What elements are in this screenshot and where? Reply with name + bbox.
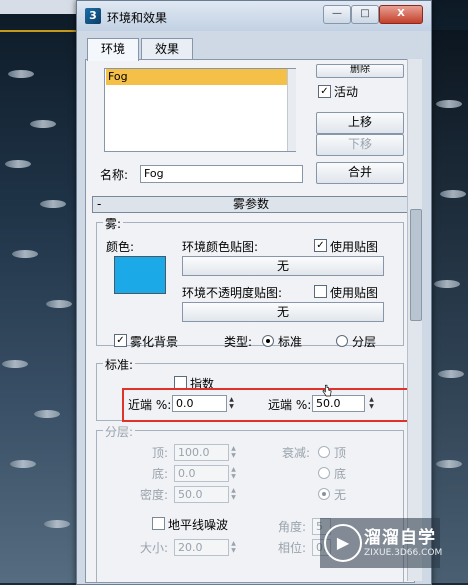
opacity-use-map-label: 使用贴图 bbox=[330, 286, 379, 300]
fish-model bbox=[46, 300, 72, 308]
standard-group-label: 标准: bbox=[103, 356, 136, 373]
opacity-use-map-checkbox[interactable] bbox=[314, 285, 327, 298]
falloff-label: 衰减: bbox=[282, 446, 311, 460]
collapse-icon[interactable]: - bbox=[97, 197, 101, 212]
fish-model bbox=[436, 460, 462, 468]
bottom-spinner[interactable]: 0.0 bbox=[174, 465, 229, 482]
top-label: 顶: bbox=[152, 446, 169, 460]
fish-model bbox=[34, 410, 60, 418]
fish-model bbox=[30, 120, 56, 128]
type-standard-radio[interactable] bbox=[262, 335, 274, 347]
fog-color-swatch[interactable] bbox=[114, 256, 166, 294]
size-label: 大小: bbox=[140, 541, 169, 555]
falloff-top-radio[interactable] bbox=[318, 446, 330, 458]
merge-button[interactable]: 合并 bbox=[316, 162, 404, 184]
active-label: 活动 bbox=[334, 85, 359, 99]
size-spinner-arrows[interactable]: ▲ ▼ bbox=[229, 540, 238, 555]
app-logo-icon: 3 bbox=[85, 8, 101, 24]
move-down-button[interactable]: 下移 bbox=[316, 134, 404, 156]
bottom-spinner-arrows[interactable]: ▲ ▼ bbox=[229, 466, 238, 481]
fog-background-label: 雾化背景 bbox=[130, 335, 179, 349]
phase-label: 相位: bbox=[278, 541, 307, 555]
active-checkbox[interactable]: ✓ bbox=[318, 85, 331, 98]
use-map-checkbox[interactable]: ✓ bbox=[314, 239, 327, 252]
fish-model bbox=[44, 520, 70, 528]
horizon-noise-checkbox[interactable] bbox=[152, 517, 165, 530]
fish-model bbox=[8, 70, 34, 78]
environment-effects-dialog: 3 环境和效果 — □ X 环境 效果 Fog 删除 ✓ 活动 上移 下移 名称… bbox=[76, 0, 432, 585]
bottom-label: 底: bbox=[152, 467, 169, 481]
fish-model bbox=[436, 100, 462, 108]
angle-label: 角度: bbox=[278, 520, 307, 534]
list-scrollbar[interactable] bbox=[287, 69, 296, 151]
fog-group-label: 雾: bbox=[103, 215, 124, 232]
falloff-top-label: 顶 bbox=[334, 446, 347, 460]
watermark-logo-icon: ▶ bbox=[324, 524, 362, 562]
fish-model bbox=[434, 280, 460, 288]
highlight-annotation bbox=[122, 388, 414, 422]
fish-model bbox=[40, 200, 66, 208]
falloff-none-label: 无 bbox=[334, 488, 347, 502]
fish-model bbox=[12, 250, 38, 258]
fog-params-rollout[interactable]: - 雾参数 bbox=[92, 196, 410, 213]
env-color-map-button[interactable]: 无 bbox=[182, 256, 384, 276]
type-standard-label: 标准 bbox=[278, 335, 303, 349]
viewport-right-area bbox=[428, 30, 468, 583]
close-button[interactable]: X bbox=[379, 5, 423, 24]
window-title: 环境和效果 bbox=[107, 11, 168, 25]
move-up-button[interactable]: 上移 bbox=[316, 112, 404, 134]
minimize-button[interactable]: — bbox=[323, 5, 351, 24]
viewport-toolbar bbox=[0, 0, 82, 14]
maximize-button[interactable]: □ bbox=[351, 5, 379, 24]
fog-background-checkbox[interactable]: ✓ bbox=[114, 334, 127, 347]
size-spinner[interactable]: 20.0 bbox=[174, 539, 229, 556]
panel-scrollbar[interactable] bbox=[407, 59, 422, 581]
env-opacity-map-button[interactable]: 无 bbox=[182, 302, 384, 322]
name-label: 名称: bbox=[100, 168, 129, 182]
list-item[interactable]: Fog bbox=[106, 69, 288, 85]
fish-model bbox=[5, 160, 31, 168]
color-label: 颜色: bbox=[106, 240, 135, 254]
density-spinner-arrows[interactable]: ▲ ▼ bbox=[229, 487, 238, 502]
type-layered-radio[interactable] bbox=[336, 335, 348, 347]
hand-cursor-icon bbox=[322, 384, 332, 397]
density-label: 密度: bbox=[140, 488, 169, 502]
type-label: 类型: bbox=[224, 335, 253, 349]
fish-model bbox=[440, 190, 466, 198]
env-map-label: 环境颜色贴图: bbox=[182, 240, 259, 254]
use-map-label: 使用贴图 bbox=[330, 240, 379, 254]
falloff-bottom-label: 底 bbox=[334, 467, 347, 481]
effects-list[interactable]: Fog bbox=[104, 68, 296, 152]
falloff-bottom-radio[interactable] bbox=[318, 467, 330, 479]
delete-button[interactable]: 删除 bbox=[316, 64, 404, 78]
tab-effects[interactable]: 效果 bbox=[141, 38, 193, 60]
name-field[interactable]: Fog bbox=[140, 165, 303, 183]
scrollbar-thumb[interactable] bbox=[410, 209, 422, 321]
horizon-noise-label: 地平线噪波 bbox=[168, 518, 229, 532]
fish-model bbox=[438, 370, 464, 378]
effects-panel: Fog 删除 ✓ 活动 上移 下移 名称: Fog 合并 - 雾参数 雾: 颜色… bbox=[85, 59, 415, 583]
layered-group-label: 分层: bbox=[103, 423, 136, 440]
falloff-none-radio[interactable] bbox=[318, 488, 330, 500]
tab-environment[interactable]: 环境 bbox=[87, 38, 139, 61]
density-spinner[interactable]: 50.0 bbox=[174, 486, 229, 503]
title-bar[interactable]: 3 环境和效果 — □ X bbox=[77, 1, 431, 31]
rollout-title: 雾参数 bbox=[232, 197, 269, 211]
top-spinner-arrows[interactable]: ▲ ▼ bbox=[229, 445, 238, 460]
opacity-map-label: 环境不透明度贴图: bbox=[182, 286, 283, 300]
watermark-url: ZIXUE.3D66.COM bbox=[364, 548, 443, 558]
top-spinner[interactable]: 100.0 bbox=[174, 444, 229, 461]
watermark-name: 溜溜自学 bbox=[364, 528, 436, 548]
fish-model bbox=[10, 460, 36, 468]
fish-model bbox=[2, 360, 28, 368]
type-layered-label: 分层 bbox=[352, 335, 377, 349]
watermark: ▶ 溜溜自学 ZIXUE.3D66.COM bbox=[320, 518, 443, 568]
